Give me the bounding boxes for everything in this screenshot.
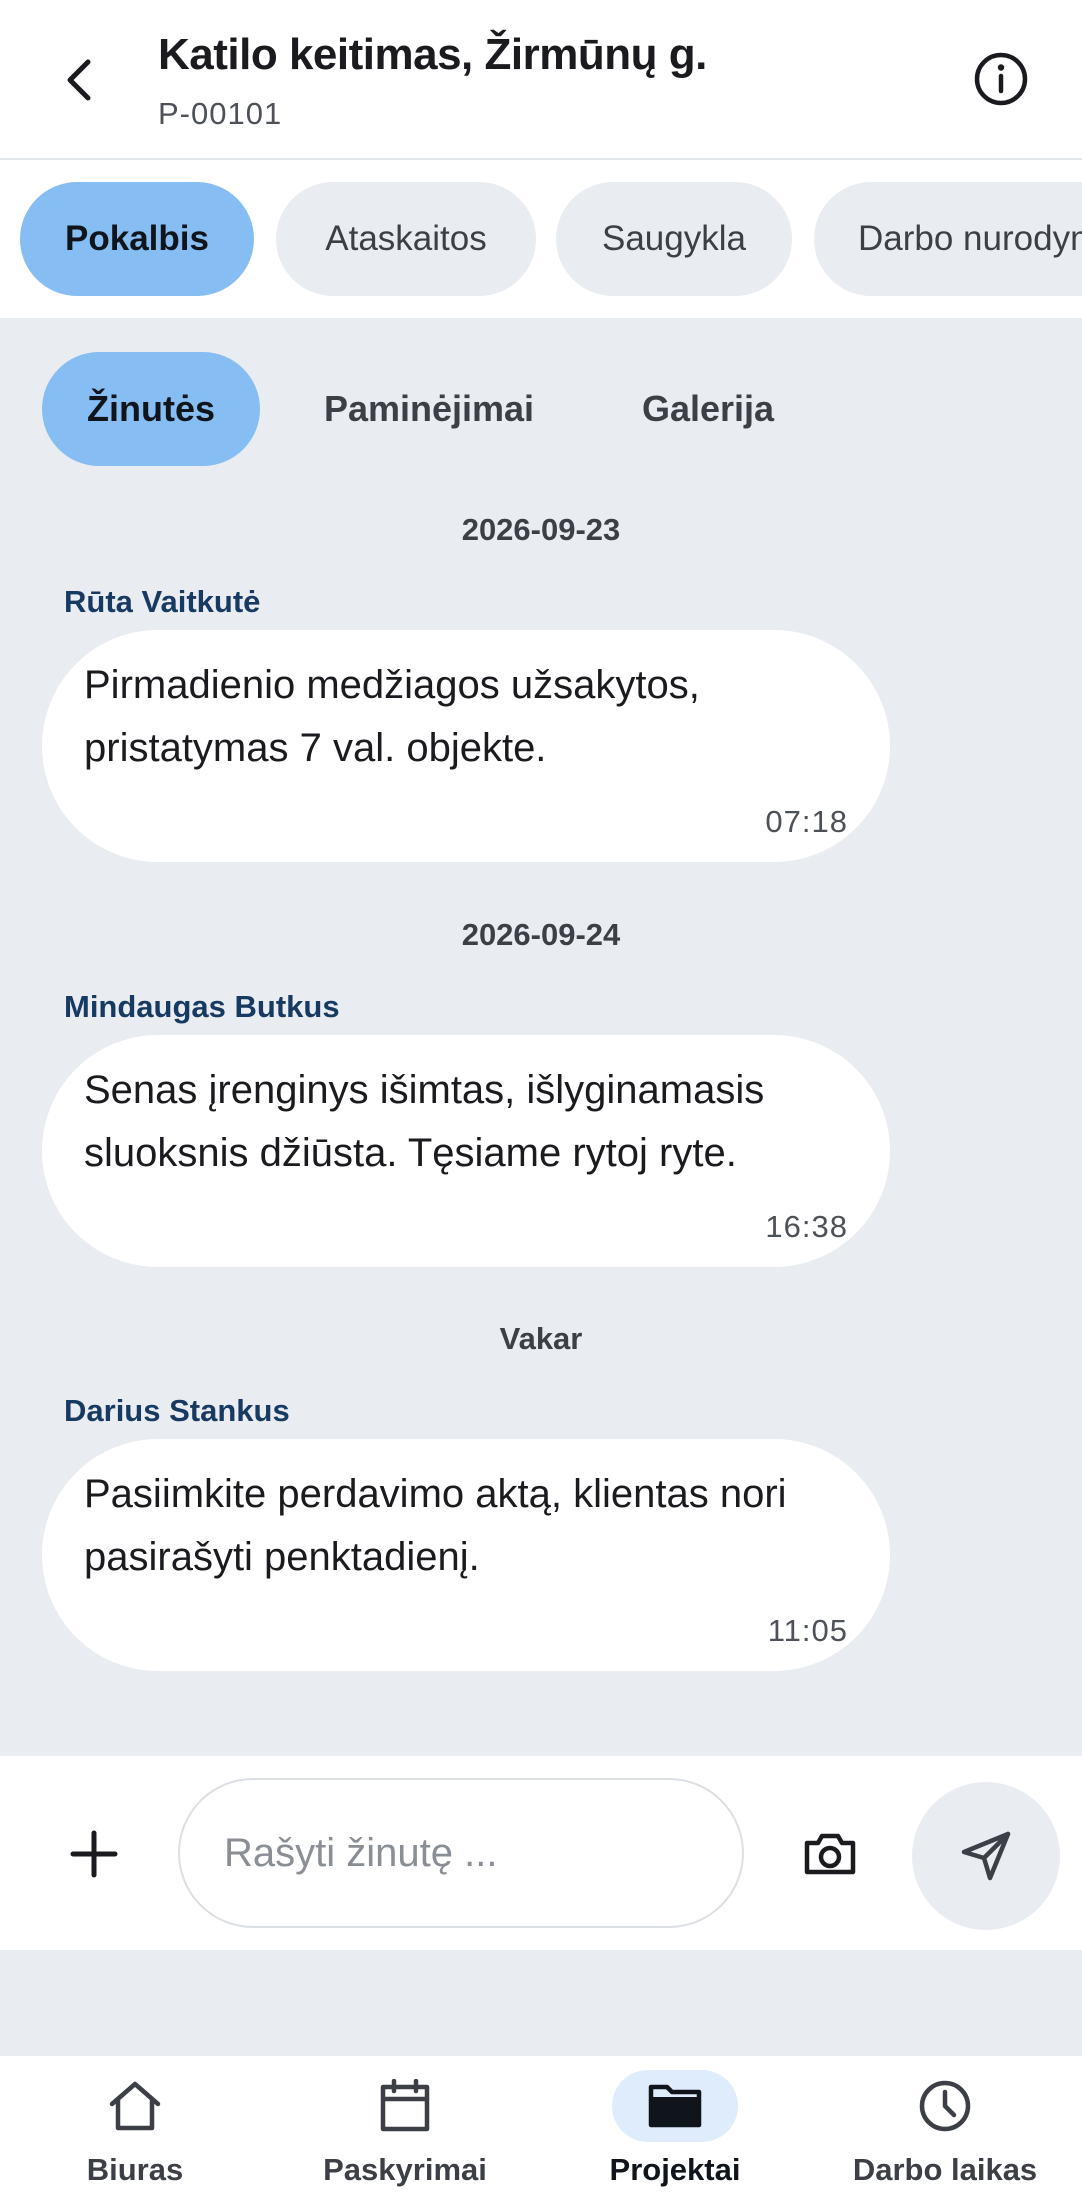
message-bubble[interactable]: Senas įrenginys išimtas, išlyginamasis s… <box>42 1035 890 1267</box>
camera-button[interactable] <box>796 1820 864 1888</box>
nav-item-projektai[interactable]: Projektai <box>540 2056 810 2202</box>
message-text: Pasiimkite perdavimo aktą, klientas nori… <box>84 1472 787 1579</box>
nav-label: Projektai <box>609 2152 741 2187</box>
message-sender: Darius Stankus <box>64 1393 290 1428</box>
subtab-pamineijimai[interactable]: Paminėjimai <box>296 352 562 466</box>
message-text: Senas įrenginys išimtas, išlyginamasis s… <box>84 1068 765 1175</box>
message-composer <box>0 1756 1082 1950</box>
send-icon <box>961 1831 1011 1881</box>
nav-item-darbo-laikas[interactable]: Darbo laikas <box>810 2056 1080 2202</box>
message-time: 07:18 <box>765 804 848 839</box>
back-button[interactable] <box>48 44 112 116</box>
tab-pokalbis[interactable]: Pokalbis <box>20 182 254 296</box>
message-sender: Rūta Vaitkutė <box>64 584 261 619</box>
page-title: Katilo keitimas, Žirmūnų g. <box>158 30 707 79</box>
info-icon <box>974 52 1028 106</box>
app-header: Katilo keitimas, Žirmūnų g. P-00101 <box>0 0 1082 160</box>
clock-icon <box>919 2080 971 2132</box>
tab-ataskaitos[interactable]: Ataskaitos <box>276 182 536 296</box>
plus-icon <box>70 1830 118 1878</box>
tab-darbo-nurodymai[interactable]: Darbo nurodymai <box>814 182 1082 296</box>
nav-item-biuras[interactable]: Biuras <box>0 2056 270 2202</box>
chevron-left-icon <box>67 59 91 101</box>
add-attachment-button[interactable] <box>60 1820 128 1888</box>
subtab-galerija[interactable]: Galerija <box>600 352 816 466</box>
send-button[interactable] <box>912 1782 1060 1930</box>
camera-icon <box>804 1833 856 1875</box>
home-icon <box>109 2081 161 2131</box>
info-button[interactable] <box>968 46 1034 112</box>
nav-label: Biuras <box>86 2152 184 2187</box>
folder-icon <box>648 2084 702 2128</box>
date-separator: 2026-09-24 <box>461 917 621 952</box>
nav-item-paskyrimai[interactable]: Paskyrimai <box>270 2056 540 2202</box>
date-separator: Vakar <box>499 1321 583 1356</box>
bottom-navigation: Biuras Paskyrimai Projektai Darbo laikas <box>0 2056 1082 2202</box>
tab-saugykla[interactable]: Saugykla <box>556 182 792 296</box>
message-bubble[interactable]: Pasiimkite perdavimo aktą, klientas nori… <box>42 1439 890 1671</box>
nav-label: Darbo laikas <box>852 2152 1038 2187</box>
message-bubble[interactable]: Pirmadienio medžiagos užsakytos, pristat… <box>42 630 890 862</box>
message-sender: Mindaugas Butkus <box>64 989 340 1024</box>
calendar-icon <box>380 2079 430 2132</box>
message-time: 11:05 <box>767 1613 848 1648</box>
message-time: 16:38 <box>765 1209 848 1244</box>
subtab-zinutes[interactable]: Žinutės <box>42 352 260 466</box>
section-tabs: Pokalbis Ataskaitos Saugykla Darbo nurod… <box>0 160 1082 318</box>
nav-label: Paskyrimai <box>323 2152 487 2187</box>
date-separator: 2026-09-23 <box>461 512 621 547</box>
message-input[interactable] <box>178 1778 744 1928</box>
message-text: Pirmadienio medžiagos užsakytos, pristat… <box>84 663 700 770</box>
project-code: P-00101 <box>158 96 283 131</box>
